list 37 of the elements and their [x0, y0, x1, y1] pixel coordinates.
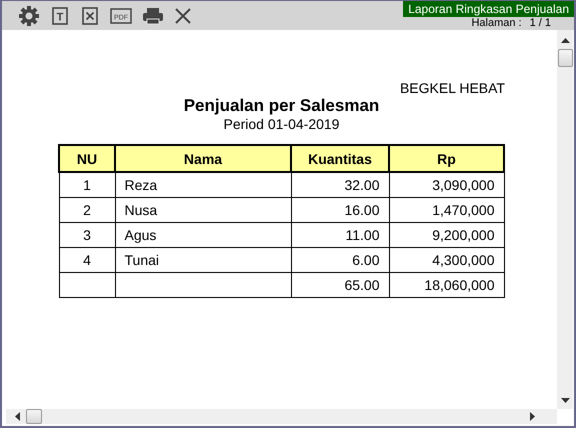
table-cell: Reza [115, 172, 291, 198]
scroll-right-icon[interactable] [529, 412, 535, 421]
table-cell: 16.00 [291, 198, 389, 222]
column-header: NU [59, 145, 115, 172]
table-cell: 2 [59, 198, 115, 222]
settings-icon[interactable] [16, 4, 42, 28]
column-header: Nama [115, 145, 291, 172]
table-cell: 32.00 [291, 172, 389, 198]
table-cell: Tunai [115, 248, 291, 272]
column-header: Rp [389, 145, 504, 172]
report-title: Penjualan per Salesman [182, 96, 380, 116]
horizontal-scrollbar[interactable] [6, 409, 557, 424]
scroll-up-icon[interactable] [560, 38, 570, 44]
scroll-thumb[interactable] [558, 49, 572, 67]
column-header: Kuantitas [291, 145, 389, 172]
report-period: Period 01-04-2019 [222, 116, 340, 132]
total-quantity-cell: 65.00 [291, 272, 389, 298]
total-amount-cell: 18,060,000 [389, 272, 504, 298]
page-number: 1 / 1 [530, 17, 551, 30]
table-cell: 1 [59, 172, 115, 198]
table-cell: 9,200,000 [389, 222, 504, 248]
scroll-down-icon[interactable] [560, 397, 570, 403]
vertical-scrollbar[interactable] [557, 30, 573, 409]
table-cell: 4 [59, 248, 115, 272]
company-name: BEGKEL HEBAT [398, 80, 505, 96]
table-cell: Agus [115, 222, 291, 248]
table-cell: 1,470,000 [389, 198, 504, 222]
report-name-label: Laporan Ringkasan Penjualan [403, 1, 574, 17]
table-cell: Nusa [115, 198, 291, 222]
table-cell: 4,300,000 [389, 248, 504, 272]
scroll-left-icon[interactable] [15, 412, 21, 421]
table-cell: 3 [59, 222, 115, 248]
table-cell: 3,090,000 [389, 172, 504, 198]
table-cell: 11.00 [291, 222, 389, 248]
scroll-thumb[interactable] [26, 409, 42, 424]
table-cell: 6.00 [291, 248, 389, 272]
page-label: Halaman : [471, 17, 522, 30]
